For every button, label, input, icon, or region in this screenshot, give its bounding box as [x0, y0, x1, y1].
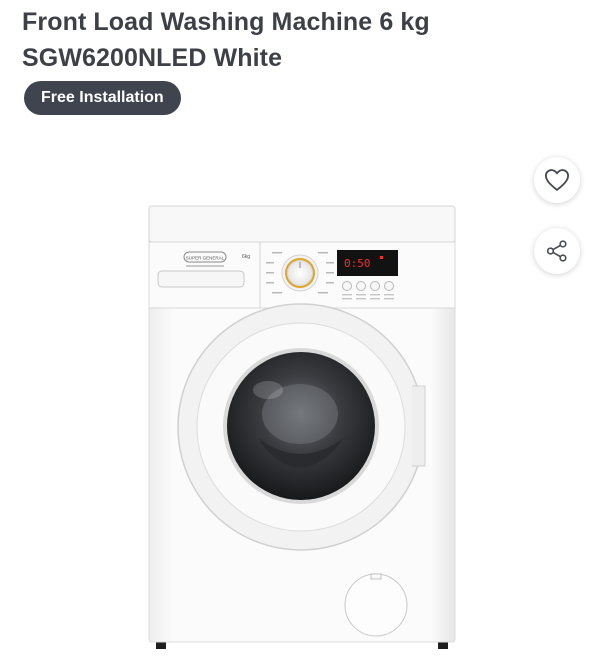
share-button[interactable]	[534, 228, 580, 274]
share-icon	[546, 240, 567, 262]
led-display: 0:50	[337, 250, 398, 276]
product-image[interactable]: SUPER GENERAL 6kg 0:50	[140, 200, 465, 660]
heart-icon	[544, 169, 570, 191]
detergent-drawer[interactable]	[157, 270, 245, 288]
svg-text:0:50: 0:50	[344, 257, 371, 270]
washer-door[interactable]	[177, 303, 426, 551]
program-dial[interactable]	[281, 254, 319, 292]
wishlist-button[interactable]	[534, 157, 580, 203]
capacity-label: 6kg	[242, 254, 250, 260]
product-title: Front Load Washing Machine 6 kg SGW6200N…	[22, 8, 430, 72]
svg-text:SUPER GENERAL: SUPER GENERAL	[186, 256, 225, 261]
free-installation-badge: Free Installation	[24, 81, 181, 115]
filter-cover[interactable]	[344, 573, 408, 637]
washer-top	[148, 205, 456, 243]
